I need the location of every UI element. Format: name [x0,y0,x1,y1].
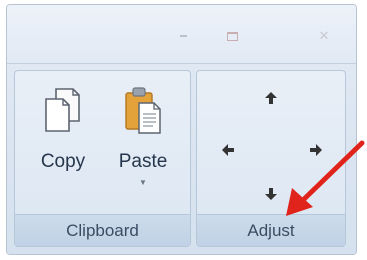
paste-icon [125,87,161,134]
minimize-icon [179,35,187,37]
chevron-down-icon[interactable]: ▼ [139,179,147,187]
ribbon: Copy Paste ▼ Clipboard Adjust [7,63,356,254]
arrow-left-icon[interactable] [221,143,235,157]
copy-icon [45,88,80,132]
arrow-down-icon[interactable] [264,187,278,201]
app-window: ✕ Copy Paste ▼ Clipboard Adjust [6,4,357,255]
clipboard-group-label: Clipboard [15,214,190,246]
copy-label: Copy [40,151,86,172]
paste-button[interactable]: Paste ▼ [115,81,171,201]
maximize-button[interactable] [221,29,243,43]
paste-label: Paste [118,151,168,172]
arrow-right-icon[interactable] [309,143,323,157]
close-button[interactable]: ✕ [313,29,335,43]
adjust-group: Adjust [196,70,346,247]
adjust-group-label: Adjust [197,214,345,246]
title-bar: ✕ [7,5,356,63]
arrow-up-icon[interactable] [264,91,278,105]
clipboard-group: Copy Paste ▼ Clipboard [14,70,191,247]
minimize-button[interactable] [172,29,194,43]
copy-button[interactable]: Copy [35,81,91,201]
maximize-icon [226,31,238,41]
close-icon: ✕ [318,28,330,43]
